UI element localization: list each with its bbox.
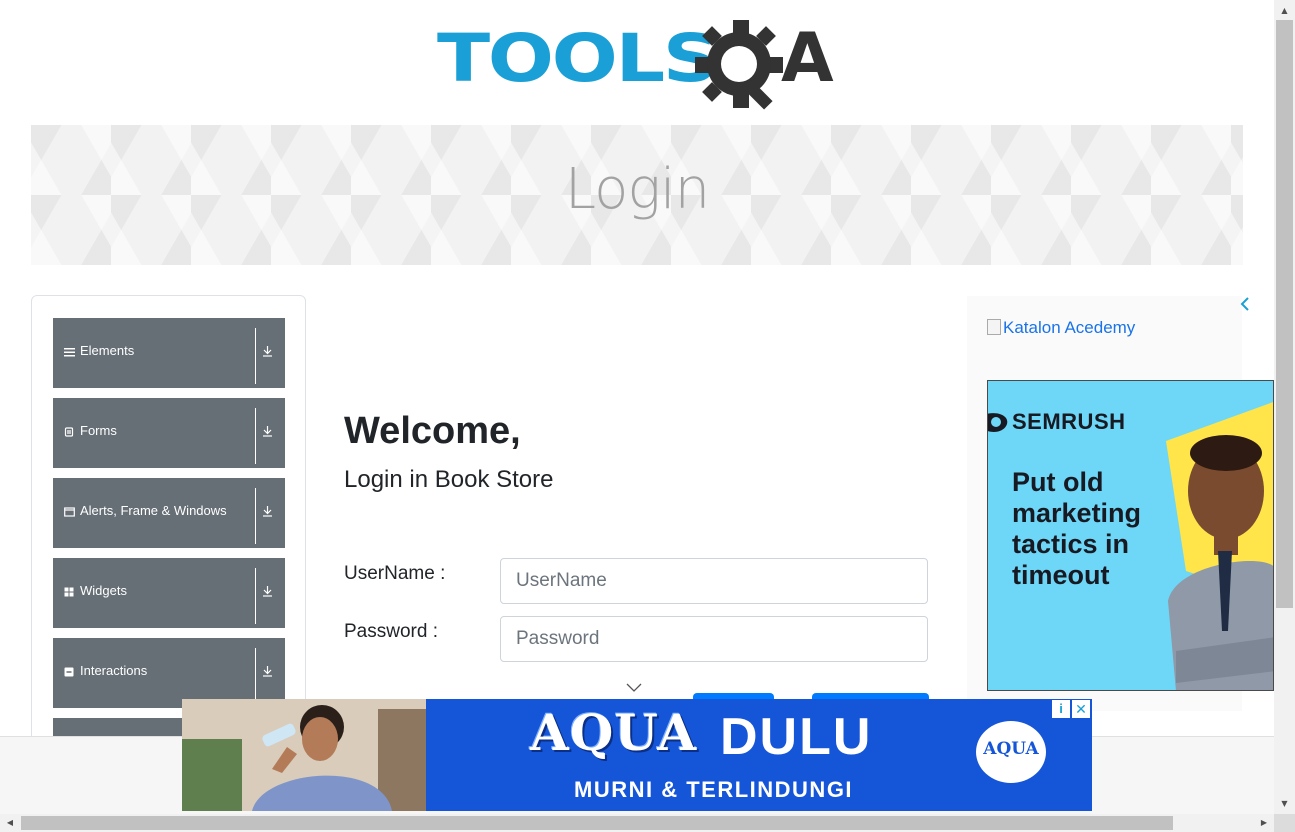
divider [255, 408, 256, 464]
sidebar-group-label: Interactions [80, 663, 148, 678]
chevron-down-icon[interactable] [626, 682, 642, 694]
scroll-up-arrow-icon[interactable]: ▲ [1274, 0, 1295, 20]
scroll-right-arrow-icon[interactable]: ▶ [1254, 814, 1274, 832]
sidebar-group-label: Alerts, Frame & Windows [80, 503, 227, 518]
sidebar-group-label: Elements [80, 343, 135, 358]
form-icon [64, 427, 74, 437]
katalon-ad-alt-text: Katalon Acedemy [1003, 318, 1136, 337]
semrush-headline: Put old marketing tactics in timeout [1012, 467, 1142, 590]
username-input[interactable] [500, 558, 928, 604]
aqua-headline: AQUA [530, 703, 698, 762]
semrush-ad[interactable]: SEMRUSH Put old marketing tactics in tim… [987, 380, 1274, 691]
semrush-brand-text: SEMRUSH [1012, 409, 1126, 434]
download-arrow-icon [262, 345, 273, 361]
download-arrow-icon [262, 505, 273, 521]
login-subtitle: Login in Book Store [344, 466, 554, 493]
grid-icon [64, 587, 74, 597]
ad-photo [182, 699, 426, 811]
horizontal-scrollbar[interactable]: ◀ ▶ [0, 814, 1274, 832]
divider [255, 568, 256, 624]
username-label: UserName : [344, 563, 446, 584]
divider [255, 488, 256, 544]
left-sidebar: Elements Forms Alerts, Frame & Windows W… [31, 295, 306, 788]
page-banner: Login [31, 125, 1243, 265]
page: TOOLS A Login Elements Forms Alerts, Fra… [0, 0, 1274, 814]
scrollbar-corner [1274, 814, 1295, 832]
window-icon [64, 507, 75, 517]
divider [255, 328, 256, 384]
vertical-scroll-thumb[interactable] [1276, 20, 1293, 608]
semrush-brand: SEMRUSH [988, 409, 1126, 435]
password-input[interactable] [500, 616, 928, 662]
aqua-logo: AQUA [976, 721, 1046, 783]
interaction-icon [64, 667, 74, 677]
sidebar-group-forms[interactable]: Forms [53, 398, 285, 468]
toolsqa-logo[interactable]: TOOLS A [437, 20, 842, 113]
menu-icon [64, 347, 75, 357]
divider [255, 648, 256, 704]
logo-a-text: A [781, 19, 834, 98]
ad-close-icon[interactable]: ✕ [1072, 700, 1090, 718]
vertical-scrollbar[interactable]: ▲ ▼ [1274, 0, 1295, 814]
aqua-ad[interactable]: AQUA DULU MURNI & TERLINDUNGI AQUA i ✕ [182, 699, 1092, 811]
aqua-logo-text: AQUA [983, 739, 1039, 759]
aqua-headline-2: DULU [720, 708, 873, 766]
broken-image-icon [987, 319, 1001, 335]
download-arrow-icon [262, 585, 273, 601]
aqua-tagline: MURNI & TERLINDUNGI [574, 777, 854, 802]
welcome-heading: Welcome, [344, 410, 521, 452]
sidebar-group-widgets[interactable]: Widgets [53, 558, 285, 628]
sidebar-group-label: Forms [80, 423, 117, 438]
man-drinking-illustration [182, 699, 426, 811]
scroll-left-arrow-icon[interactable]: ◀ [0, 814, 20, 832]
download-arrow-icon [262, 425, 273, 441]
scroll-down-arrow-icon[interactable]: ▼ [1274, 794, 1295, 814]
page-title: Login [564, 157, 710, 222]
gear-icon [695, 20, 783, 110]
sidebar-group-label: Widgets [80, 583, 127, 598]
ad-info-icon[interactable]: i [1052, 700, 1070, 718]
sidebar-group-alerts-frame-windows[interactable]: Alerts, Frame & Windows [53, 478, 285, 548]
logo-tools-text: TOOLS [437, 20, 719, 97]
boy-illustration [1166, 402, 1273, 690]
semrush-logo-icon [988, 413, 1008, 432]
katalon-ad-link[interactable]: Katalon Acedemy [987, 318, 1135, 338]
sidebar-group-elements[interactable]: Elements [53, 318, 285, 388]
password-label: Password : [344, 621, 438, 642]
sidebar-group-interactions[interactable]: Interactions [53, 638, 285, 708]
horizontal-scroll-thumb[interactable] [21, 816, 1173, 830]
ad-collapse-icon[interactable] [1240, 297, 1250, 314]
download-arrow-icon [262, 665, 273, 681]
